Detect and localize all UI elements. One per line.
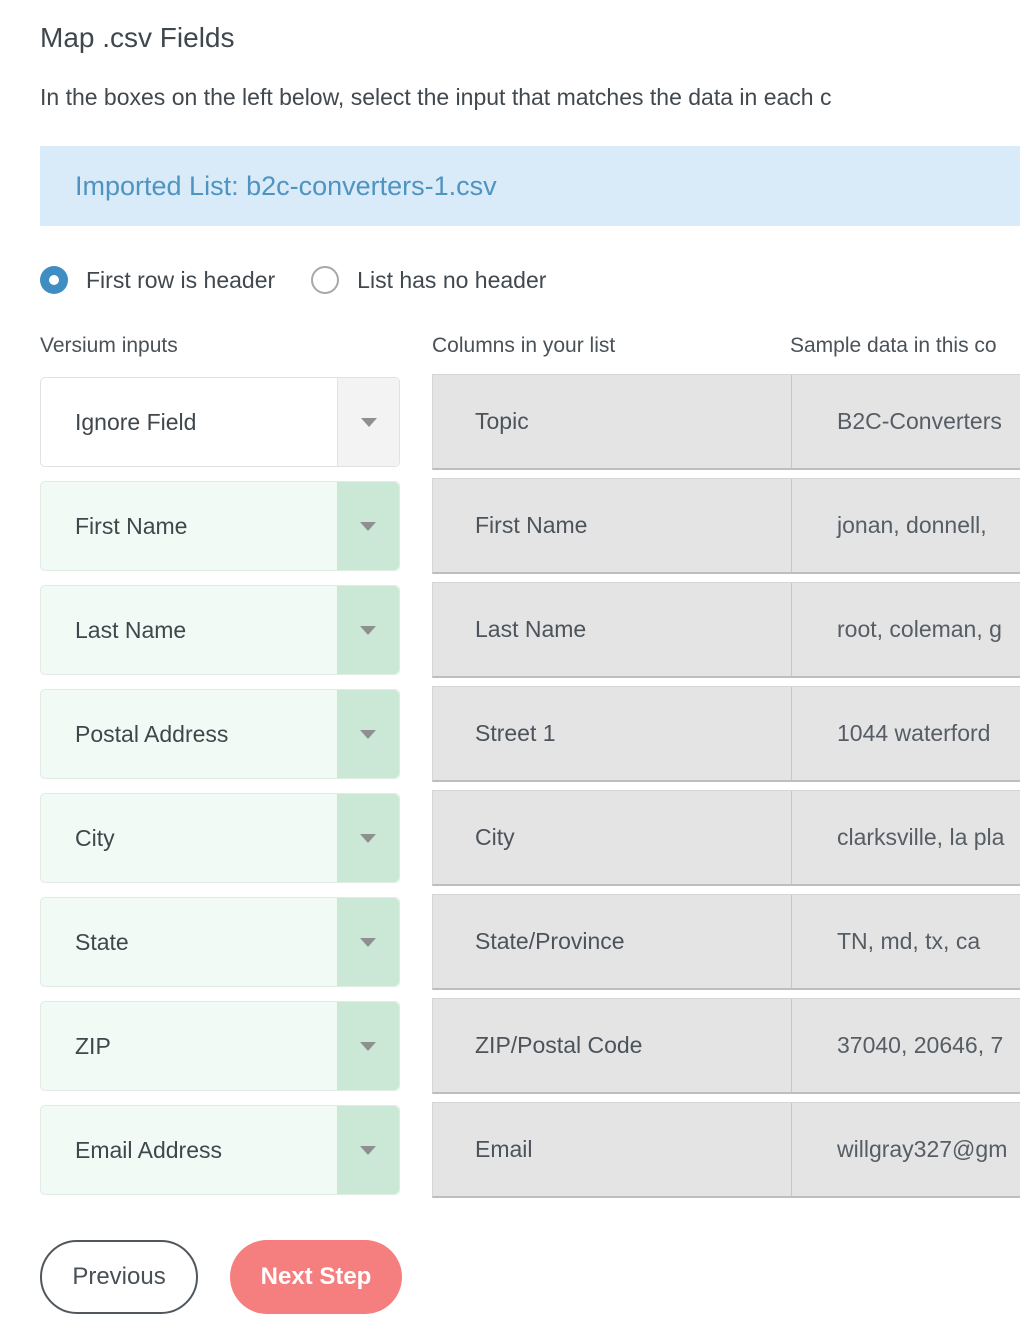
input-select-value: Postal Address xyxy=(75,720,229,747)
input-select-value: Last Name xyxy=(75,616,187,643)
radio-first-row-header[interactable]: First row is header xyxy=(40,266,275,294)
column-name-cell: State/Province xyxy=(433,895,792,988)
input-select-value: State xyxy=(75,928,129,955)
radio-unselected-icon[interactable] xyxy=(311,266,340,294)
imported-list-label: Imported List: b2c-converters-1.csv xyxy=(75,170,497,201)
field-mapping-row: Email Address Email willgray327@gm xyxy=(0,1102,1020,1198)
chevron-down-icon[interactable] xyxy=(337,794,399,882)
input-select-value: Ignore Field xyxy=(75,408,197,435)
input-select-state[interactable]: State xyxy=(40,897,400,987)
chevron-down-icon[interactable] xyxy=(337,482,399,570)
csv-column-row: Email willgray327@gm xyxy=(432,1102,1020,1198)
chevron-down-icon[interactable] xyxy=(337,690,399,778)
sample-data-cell: TN, md, tx, ca xyxy=(837,928,981,954)
field-mapping-row: Last Name Last Name root, coleman, g xyxy=(0,582,1020,678)
chevron-down-icon[interactable] xyxy=(337,378,399,466)
sample-data-cell: B2C-Converters xyxy=(837,408,1002,434)
chevron-down-icon[interactable] xyxy=(337,586,399,674)
input-select-city[interactable]: City xyxy=(40,793,400,883)
column-name-cell: Email xyxy=(433,1103,792,1196)
field-mapping-row: Ignore Field Topic B2C-Converters xyxy=(0,374,1020,470)
field-mapping-row: ZIP ZIP/Postal Code 37040, 20646, 7 xyxy=(0,998,1020,1094)
sample-data-cell: willgray327@gm xyxy=(837,1136,1008,1162)
next-step-button[interactable]: Next Step xyxy=(230,1240,402,1314)
radio-list-has-no-header[interactable]: List has no header xyxy=(311,266,546,294)
instructions-text: In the boxes on the left below, select t… xyxy=(40,84,832,110)
sample-data-cell: root, coleman, g xyxy=(837,616,1002,642)
column-name-cell: ZIP/Postal Code xyxy=(433,999,792,1092)
chevron-down-icon[interactable] xyxy=(337,898,399,986)
sample-data-cell: 1044 waterford xyxy=(837,720,991,746)
input-select-value: Email Address xyxy=(75,1136,223,1163)
csv-column-row: Street 1 1044 waterford xyxy=(432,686,1020,782)
radio-selected-icon[interactable] xyxy=(40,266,68,294)
chevron-down-icon[interactable] xyxy=(337,1002,399,1090)
column-name-cell: First Name xyxy=(433,479,792,572)
sample-data-cell: clarksville, la pla xyxy=(837,824,1005,850)
input-select-topic[interactable]: Ignore Field xyxy=(40,377,400,467)
versium-inputs-header: Versium inputs xyxy=(40,334,178,357)
sample-data-cell: jonan, donnell, xyxy=(837,512,987,538)
column-name-cell: City xyxy=(433,791,792,884)
field-mapping-row: First Name First Name jonan, donnell, xyxy=(0,478,1020,574)
column-name-cell: Street 1 xyxy=(433,687,792,780)
previous-button[interactable]: Previous xyxy=(40,1240,198,1314)
imported-list-banner: Imported List: b2c-converters-1.csv xyxy=(40,146,1020,226)
field-mapping-row: Postal Address Street 1 1044 waterford xyxy=(0,686,1020,782)
csv-column-row: ZIP/Postal Code 37040, 20646, 7 xyxy=(432,998,1020,1094)
field-mapping-row: City City clarksville, la pla xyxy=(0,790,1020,886)
map-csv-fields-page: Map .csv Fields In the boxes on the left… xyxy=(0,0,1020,1340)
csv-column-row: First Name jonan, donnell, xyxy=(432,478,1020,574)
field-mapping-list: Ignore Field Topic B2C-Converters First … xyxy=(0,374,1020,1206)
radio-first-row-header-label: First row is header xyxy=(86,266,276,293)
chevron-down-icon[interactable] xyxy=(337,1106,399,1194)
input-select-postal-address[interactable]: Postal Address xyxy=(40,689,400,779)
csv-column-row: State/Province TN, md, tx, ca xyxy=(432,894,1020,990)
csv-column-row: Last Name root, coleman, g xyxy=(432,582,1020,678)
input-select-email-address[interactable]: Email Address xyxy=(40,1105,400,1195)
field-mapping-row: State State/Province TN, md, tx, ca xyxy=(0,894,1020,990)
input-select-value: ZIP xyxy=(75,1032,111,1059)
radio-list-has-no-header-label: List has no header xyxy=(357,266,547,293)
sample-data-cell: 37040, 20646, 7 xyxy=(837,1032,1004,1058)
column-name-cell: Last Name xyxy=(433,583,792,676)
csv-column-row: City clarksville, la pla xyxy=(432,790,1020,886)
sample-data-header: Sample data in this co xyxy=(790,334,997,357)
header-option-group: First row is header List has no header xyxy=(40,264,546,296)
input-select-value: City xyxy=(75,824,115,851)
column-name-cell: Topic xyxy=(433,375,792,468)
input-select-zip[interactable]: ZIP xyxy=(40,1001,400,1091)
page-title: Map .csv Fields xyxy=(40,22,235,53)
input-select-last-name[interactable]: Last Name xyxy=(40,585,400,675)
columns-in-list-header: Columns in your list xyxy=(432,334,616,357)
input-select-value: First Name xyxy=(75,512,188,539)
csv-column-row: Topic B2C-Converters xyxy=(432,374,1020,470)
input-select-first-name[interactable]: First Name xyxy=(40,481,400,571)
